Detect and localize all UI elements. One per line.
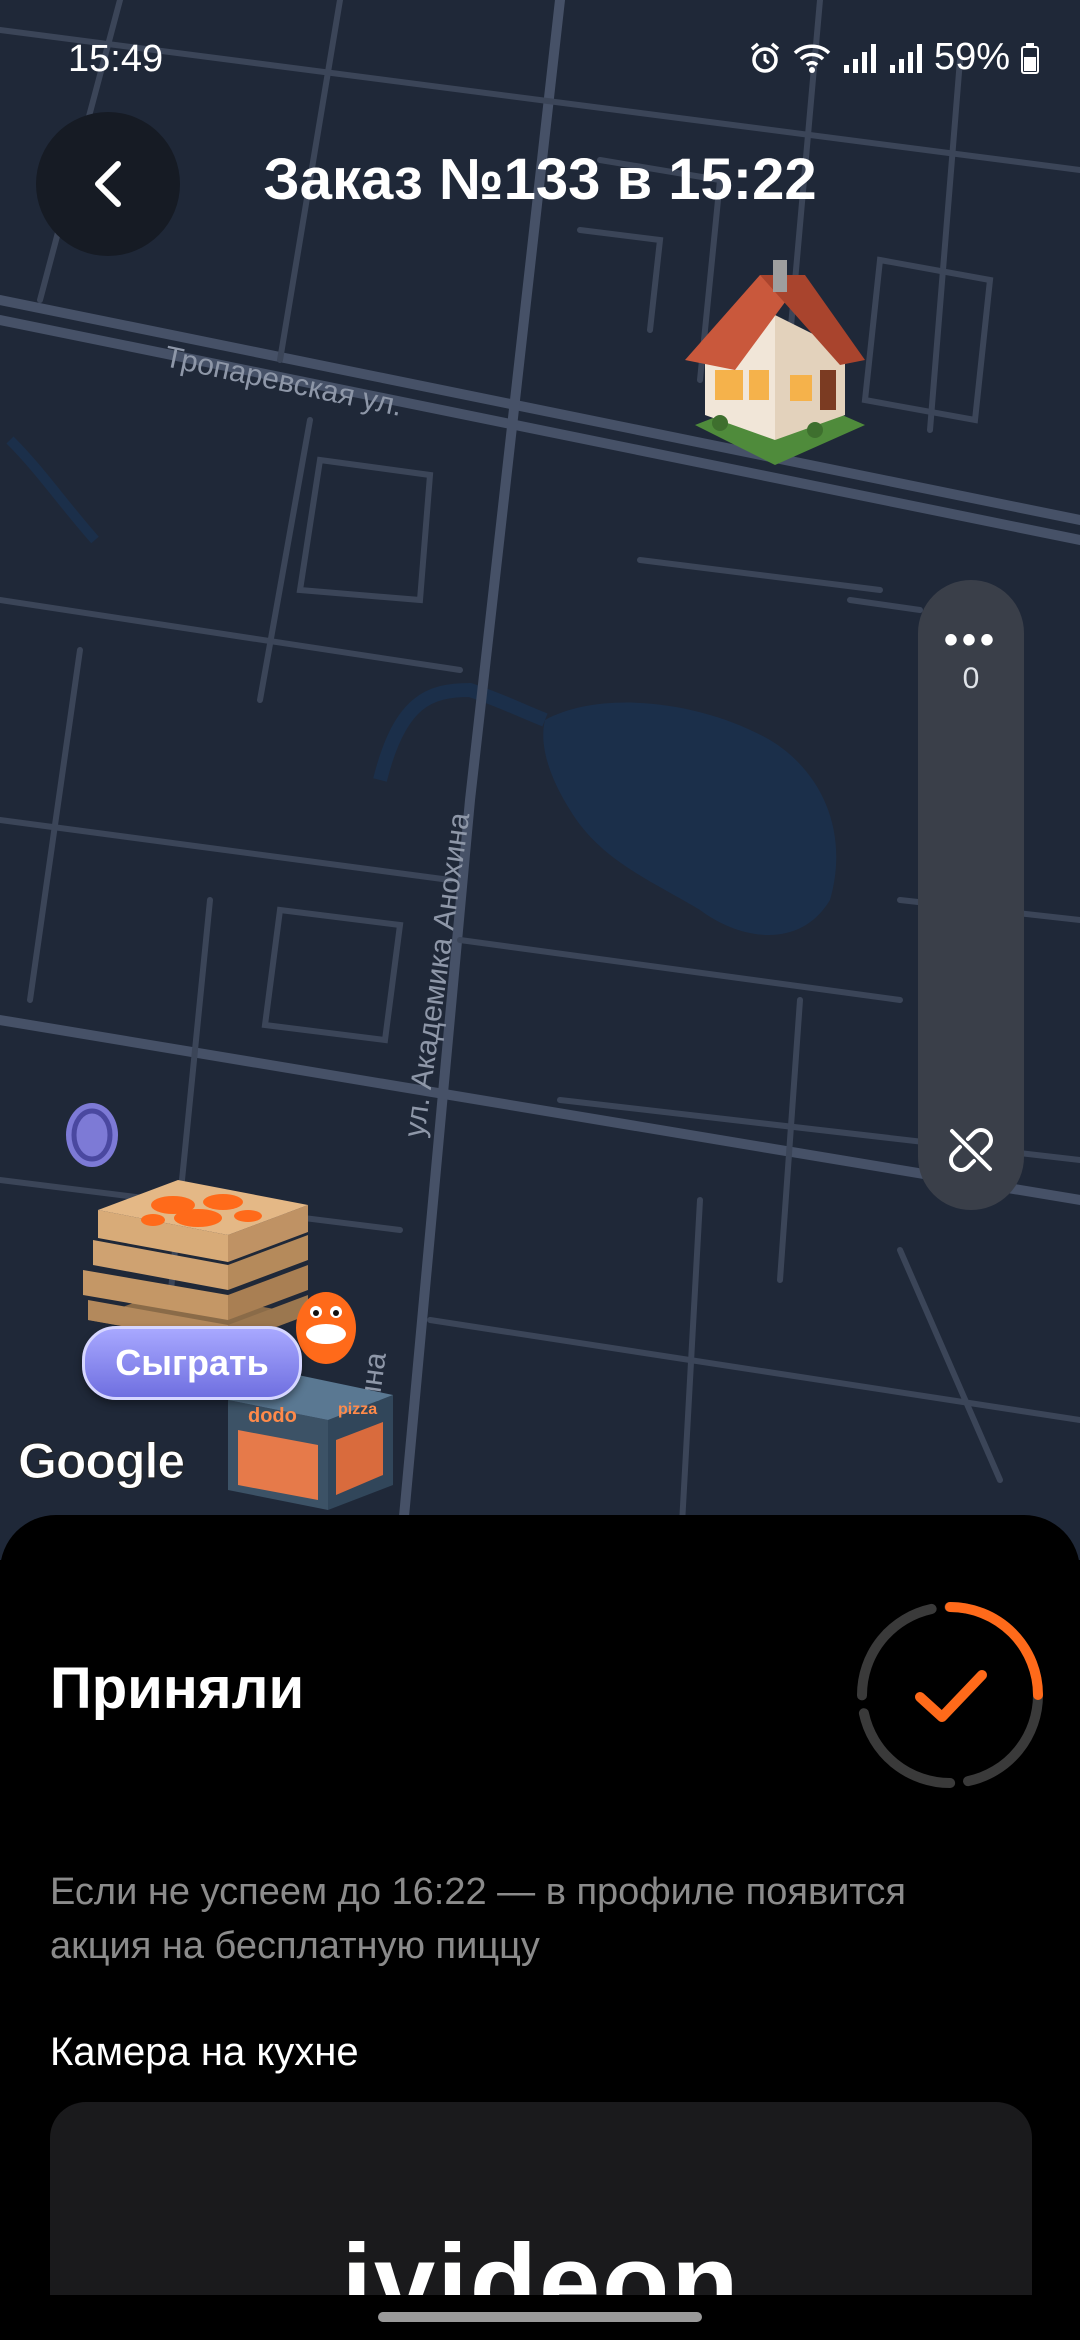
svg-text:dodo: dodo (248, 1405, 297, 1427)
order-status-title: Приняли (50, 1656, 305, 1721)
pizza-boxes-icon (83, 1180, 308, 1345)
play-game-button[interactable]: Сыграть (82, 1326, 302, 1400)
home-indicator[interactable] (378, 2312, 702, 2322)
couriers-side-panel[interactable]: ••• 0 (918, 580, 1024, 1210)
order-progress-ring (857, 1602, 1043, 1788)
couriers-count: 0 (962, 662, 980, 695)
link-off-icon[interactable] (946, 1125, 996, 1175)
kitchen-camera-title: Камера на кухне (50, 2030, 359, 2074)
checkmark-icon (915, 1670, 987, 1722)
order-tracking-screen: Тропаревская ул. ул. Академика Анохина х… (0, 0, 1080, 2340)
status-time: 15:49 (68, 38, 164, 80)
dodo-mascot-icon (296, 1292, 356, 1364)
alarm-icon (750, 42, 780, 73)
more-dots-icon[interactable]: ••• (918, 618, 1024, 663)
house-marker-icon (685, 260, 865, 465)
signal-1-icon (843, 43, 876, 73)
promise-text: Если не успеем до 16:22 — в профиле появ… (50, 1871, 906, 1967)
status-icons: 59% (748, 36, 1040, 79)
wifi-icon (793, 44, 831, 73)
svg-text:pizza: pizza (338, 1401, 377, 1418)
map-view[interactable]: Тропаревская ул. ул. Академика Анохина х… (0, 0, 1080, 1560)
battery-percent: 59% (933, 36, 1010, 78)
google-attribution: Google (17, 1433, 185, 1490)
status-bar: 15:49 59% (0, 0, 1080, 120)
back-button[interactable] (36, 112, 180, 256)
chevron-left-icon (95, 161, 121, 207)
battery-icon (1021, 42, 1039, 74)
page-title: Заказ №133 в 15:22 (263, 147, 817, 212)
signal-2-icon (889, 43, 922, 73)
